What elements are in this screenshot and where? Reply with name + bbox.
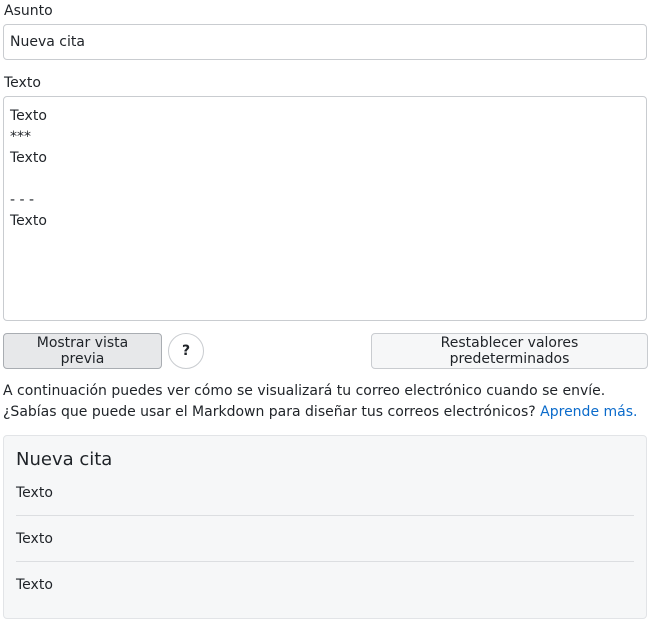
help-button[interactable]: ? xyxy=(168,333,204,369)
email-preview: Nueva cita Texto Texto Texto xyxy=(3,435,647,619)
preview-paragraph: Texto xyxy=(16,531,53,547)
preview-divider xyxy=(16,515,634,516)
preview-info-text: A continuación puedes ver cómo se visual… xyxy=(3,381,649,423)
preview-info-message: A continuación puedes ver cómo se visual… xyxy=(3,383,606,420)
body-textarea[interactable]: Texto *** Texto - - - Texto xyxy=(3,96,647,321)
reset-defaults-button[interactable]: Restablecer valores predeterminados xyxy=(371,333,648,369)
subject-label: Asunto xyxy=(4,3,53,19)
body-label: Texto xyxy=(4,75,41,91)
preview-paragraph: Texto xyxy=(16,485,53,501)
preview-divider xyxy=(16,561,634,562)
learn-more-link[interactable]: Aprende más. xyxy=(540,404,637,420)
show-preview-button[interactable]: Mostrar vista previa xyxy=(3,333,162,369)
preview-title: Nueva cita xyxy=(16,449,113,470)
subject-input[interactable] xyxy=(3,24,647,60)
preview-paragraph: Texto xyxy=(16,577,53,593)
